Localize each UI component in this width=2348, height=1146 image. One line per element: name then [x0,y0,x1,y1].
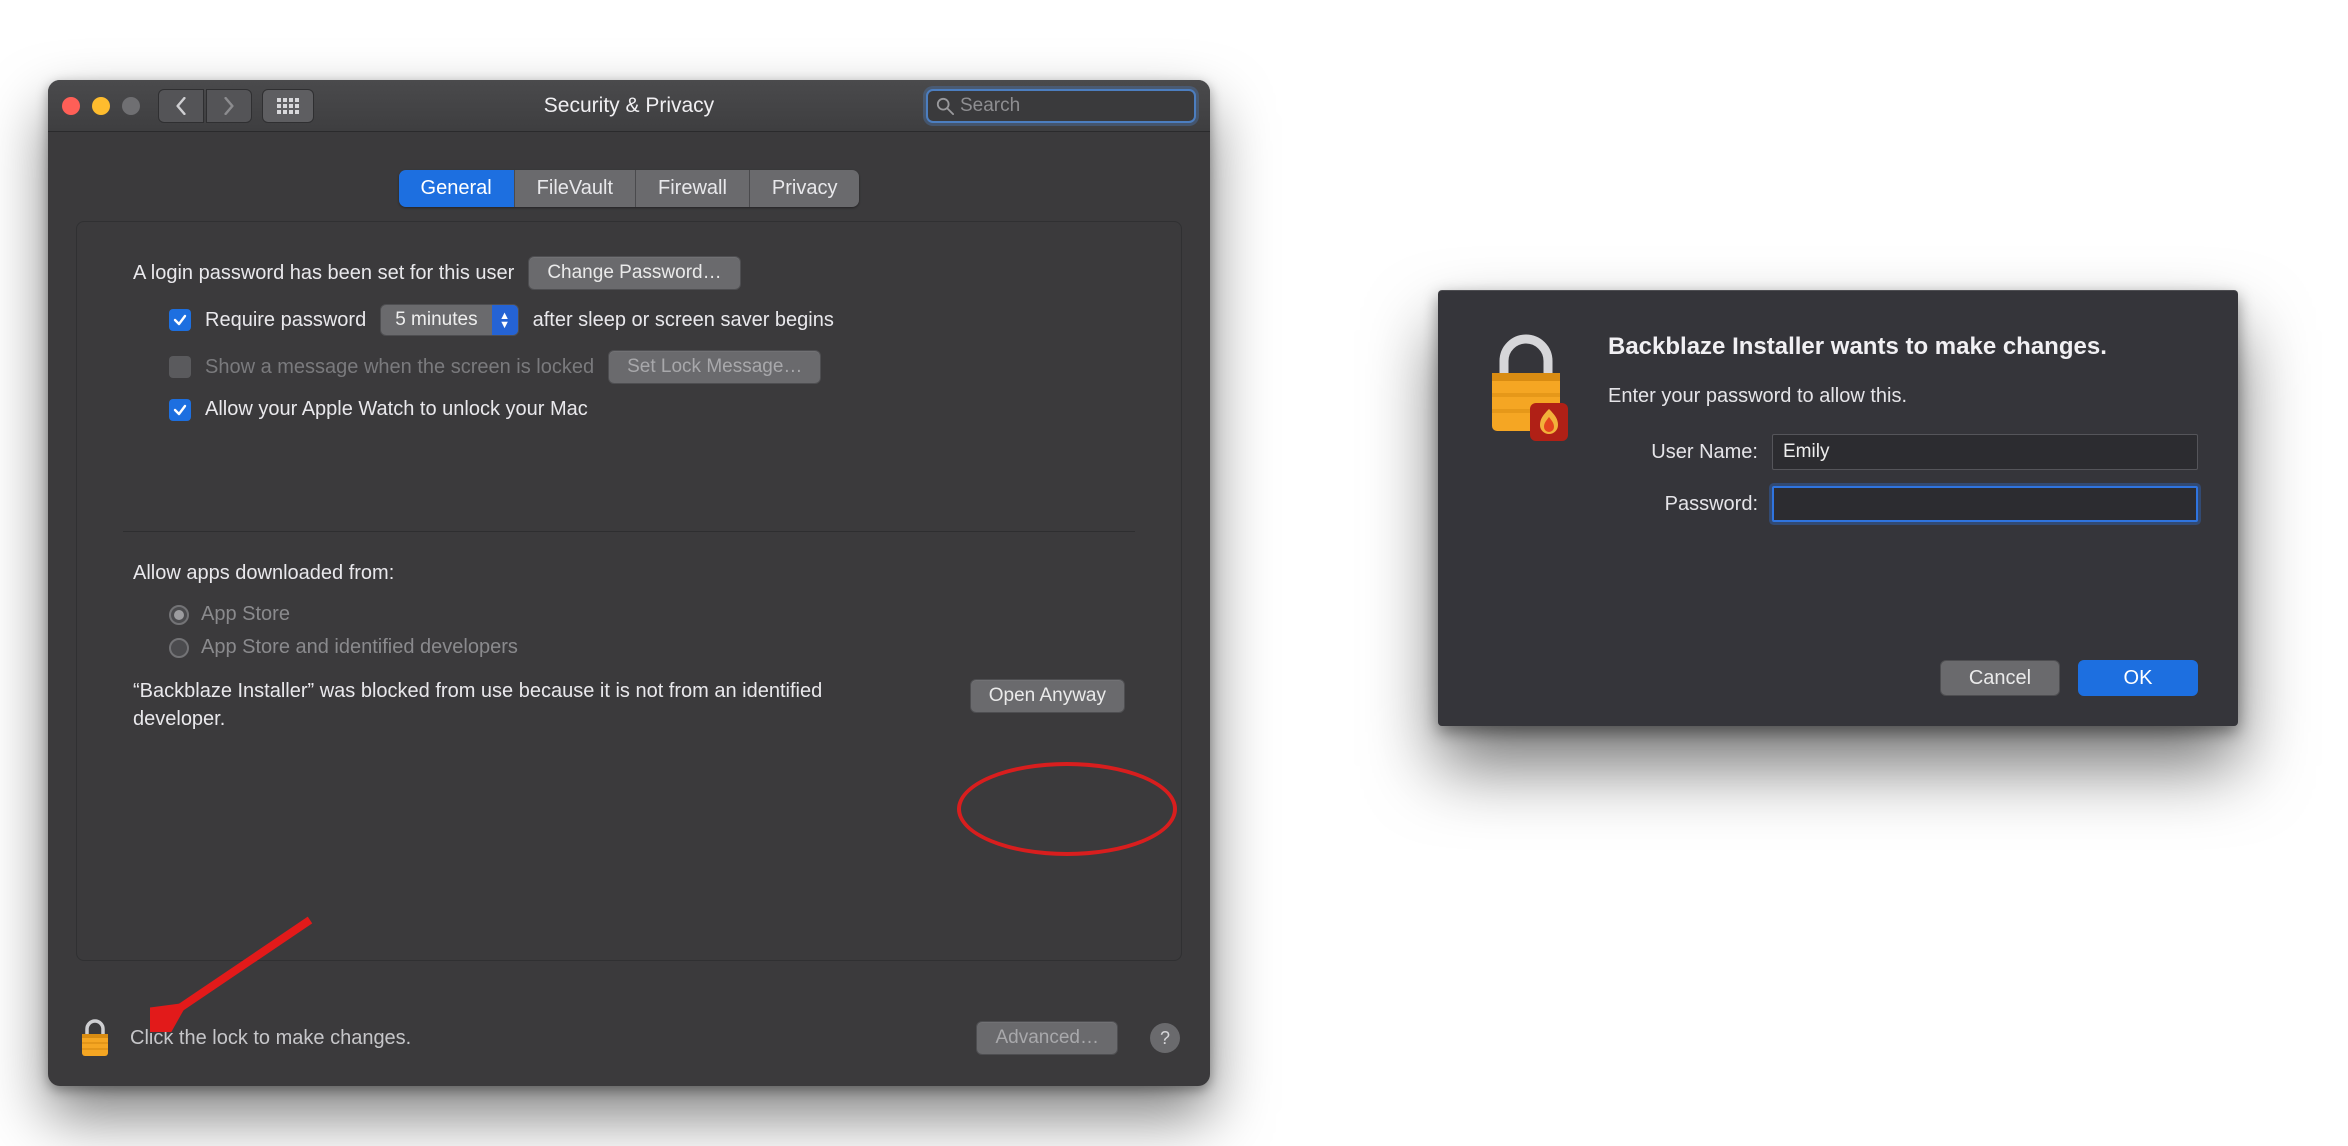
show-lock-message-label: Show a message when the screen is locked [205,356,594,379]
search-input[interactable] [960,95,1205,117]
show-all-button[interactable] [262,89,314,123]
login-password-text: A login password has been set for this u… [133,262,514,285]
require-password-delay-select[interactable]: 5 minutes ▲▼ [380,304,518,336]
general-panel: A login password has been set for this u… [76,221,1182,961]
tab-firewall[interactable]: Firewall [636,170,750,207]
nav-buttons [158,89,252,123]
panel-divider [123,531,1135,532]
back-button[interactable] [158,89,204,123]
change-password-button[interactable]: Change Password… [528,256,740,290]
auth-subtitle: Enter your password to allow this. [1608,385,2198,408]
annotation-circle-open-anyway [957,762,1177,856]
radio-identified-developers-label: App Store and identified developers [201,636,518,659]
advanced-button[interactable]: Advanced… [976,1021,1118,1055]
applewatch-unlock-label: Allow your Apple Watch to unlock your Ma… [205,398,588,421]
require-password-label: Require password [205,309,366,332]
tab-bar: General FileVault Firewall Privacy [48,132,1210,207]
radio-identified-developers [169,638,189,658]
tab-general[interactable]: General [399,170,515,207]
username-label: User Name: [1608,441,1758,464]
set-lock-message-button: Set Lock Message… [608,350,821,384]
titlebar: Security & Privacy [48,80,1210,132]
cancel-button[interactable]: Cancel [1940,660,2060,696]
after-sleep-text: after sleep or screen saver begins [533,309,834,332]
minimize-window-button[interactable] [92,97,110,115]
blocked-app-text: “Backblaze Installer” was blocked from u… [133,677,853,733]
radio-app-store [169,605,189,625]
lock-hint-text: Click the lock to make changes. [130,1027,411,1050]
tab-privacy[interactable]: Privacy [750,170,860,207]
search-field-wrapper[interactable] [926,89,1196,123]
radio-app-store-label: App Store [201,603,290,626]
window-footer: Click the lock to make changes. Advanced… [48,1018,1210,1086]
require-password-delay-value: 5 minutes [381,309,491,331]
password-input[interactable] [1772,486,2198,522]
search-icon [936,97,954,115]
auth-dialog: Backblaze Installer wants to make change… [1438,290,2238,726]
help-button[interactable]: ? [1150,1023,1180,1053]
close-window-button[interactable] [62,97,80,115]
auth-lock-icon [1478,333,1574,538]
open-anyway-button[interactable]: Open Anyway [970,679,1125,713]
username-input[interactable] [1772,434,2198,470]
password-label: Password: [1608,493,1758,516]
ok-button[interactable]: OK [2078,660,2198,696]
allow-apps-heading: Allow apps downloaded from: [133,562,1125,585]
lock-icon[interactable] [78,1018,112,1058]
window-controls [62,97,140,115]
tab-filevault[interactable]: FileVault [515,170,636,207]
zoom-window-button [122,97,140,115]
security-privacy-window: Security & Privacy General FileVault Fir… [48,80,1210,1086]
stepper-arrows-icon: ▲▼ [492,305,518,335]
auth-title: Backblaze Installer wants to make change… [1608,333,2198,361]
show-lock-message-checkbox [169,356,191,378]
forward-button[interactable] [206,89,252,123]
applewatch-unlock-checkbox[interactable] [169,399,191,421]
require-password-checkbox[interactable] [169,309,191,331]
